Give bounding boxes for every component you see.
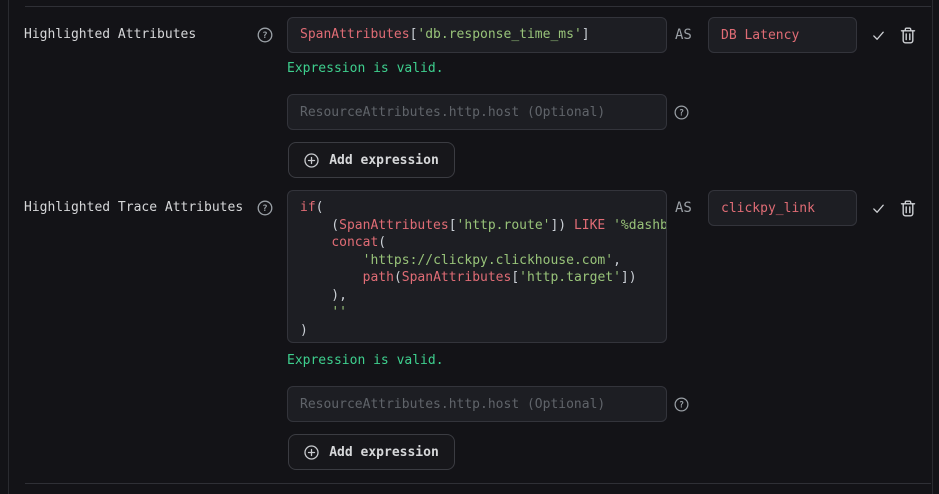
highlighted-trace-attributes-label: Highlighted Trace Attributes: [24, 200, 243, 216]
as-label: AS: [675, 27, 692, 44]
add-expression-button[interactable]: Add expression: [288, 434, 455, 470]
as-label: AS: [675, 200, 692, 217]
plus-circle-icon: [304, 153, 319, 168]
optional-attribute-input[interactable]: [287, 94, 667, 130]
bottom-divider: [25, 483, 931, 484]
optional-attribute-input[interactable]: [287, 386, 667, 422]
help-icon[interactable]: ?: [257, 200, 273, 216]
add-expression-label: Add expression: [329, 445, 439, 460]
expression-input[interactable]: SpanAttributes['db.response_time_ms']: [287, 17, 667, 53]
top-divider: [25, 6, 931, 7]
add-expression-button[interactable]: Add expression: [288, 142, 455, 178]
confirm-check-icon[interactable]: [871, 28, 886, 43]
help-icon[interactable]: ?: [674, 397, 689, 412]
panel-right-border: [932, 0, 933, 494]
panel-left-border: [8, 0, 9, 494]
plus-circle-icon: [304, 445, 319, 460]
svg-text:?: ?: [679, 399, 684, 409]
svg-text:?: ?: [262, 31, 267, 41]
delete-trash-icon[interactable]: [899, 26, 917, 44]
confirm-check-icon[interactable]: [871, 201, 886, 216]
help-icon[interactable]: ?: [257, 27, 273, 43]
svg-text:?: ?: [679, 107, 684, 117]
validation-message: Expression is valid.: [287, 61, 444, 76]
validation-message: Expression is valid.: [287, 353, 444, 368]
alias-input[interactable]: [708, 17, 857, 53]
attributes-settings-panel: Highlighted Attributes ? SpanAttributes[…: [0, 0, 939, 494]
add-expression-label: Add expression: [329, 153, 439, 168]
trace-expression-editor[interactable]: if( (SpanAttributes['http.route']) LIKE …: [287, 190, 667, 343]
alias-input[interactable]: [708, 190, 857, 226]
highlighted-attributes-label: Highlighted Attributes: [24, 27, 196, 43]
svg-text:?: ?: [262, 204, 267, 214]
help-icon[interactable]: ?: [674, 105, 689, 120]
delete-trash-icon[interactable]: [899, 199, 917, 217]
